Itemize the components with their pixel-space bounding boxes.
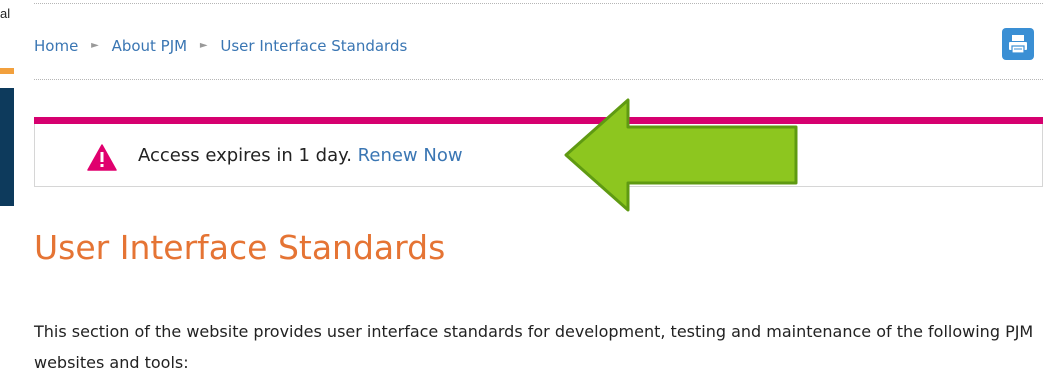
alert-accent-bar bbox=[34, 117, 1043, 124]
expiry-alert: Access expires in 1 day. Renew Now bbox=[34, 117, 1043, 187]
top-divider bbox=[34, 3, 1043, 4]
green-arrow-left-icon bbox=[564, 98, 798, 212]
background-label: al bbox=[0, 6, 11, 21]
warning-triangle-icon bbox=[87, 144, 117, 171]
alert-message: Access expires in 1 day. Renew Now bbox=[138, 145, 463, 166]
intro-paragraph: This section of the website provides use… bbox=[34, 322, 1034, 372]
page-title: User Interface Standards bbox=[34, 228, 446, 267]
triangle-right-icon: ► bbox=[91, 40, 99, 51]
printer-icon bbox=[1009, 35, 1027, 54]
breadcrumb-home-link[interactable]: Home bbox=[34, 37, 78, 55]
breadcrumb-divider bbox=[34, 79, 1043, 80]
background-sidebar: al bbox=[0, 0, 14, 384]
renew-now-link[interactable]: Renew Now bbox=[358, 145, 463, 166]
content-panel: Home ► About PJM ► User Interface Standa… bbox=[14, 0, 1043, 384]
background-navy-block bbox=[0, 88, 14, 206]
breadcrumb-about-link[interactable]: About PJM bbox=[112, 37, 188, 55]
print-button[interactable] bbox=[1002, 28, 1034, 60]
background-orange-stripe bbox=[0, 68, 14, 74]
triangle-right-icon: ► bbox=[199, 40, 208, 51]
breadcrumb-current-link[interactable]: User Interface Standards bbox=[220, 37, 407, 55]
breadcrumb: Home ► About PJM ► User Interface Standa… bbox=[34, 36, 407, 55]
alert-text: Access expires in 1 day. bbox=[138, 145, 352, 166]
